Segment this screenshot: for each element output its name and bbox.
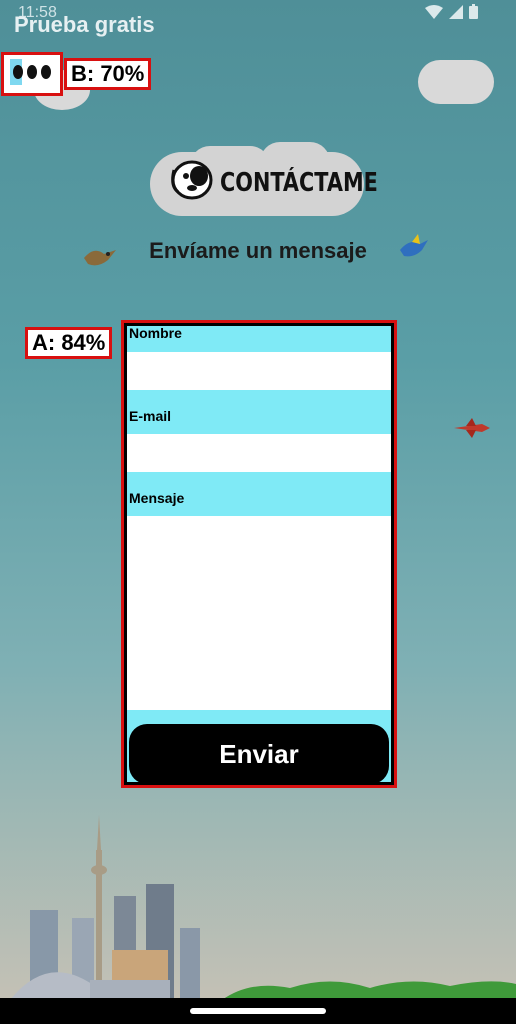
name-label-bar: Nombre	[127, 326, 391, 352]
logo-text: CONTÁCTAME	[220, 168, 378, 198]
email-label-bar: E-mail	[127, 390, 391, 434]
logo-banner: CONTÁCTAME	[150, 142, 378, 218]
message-label: Mensaje	[129, 490, 185, 506]
email-label: E-mail	[129, 408, 172, 424]
message-textarea[interactable]	[127, 516, 391, 714]
overlay-icon-button[interactable]	[1, 52, 63, 96]
app-title: Prueba gratis	[14, 12, 155, 37]
system-icons	[425, 4, 478, 19]
page-heading: Envíame un mensaje	[149, 238, 367, 263]
name-input[interactable]	[127, 352, 391, 392]
badge-b-label: B: 70%	[64, 58, 152, 90]
signal-icon	[449, 4, 463, 19]
plane-icon	[454, 418, 490, 438]
send-button[interactable]: Enviar	[129, 724, 389, 782]
battery-icon	[469, 4, 478, 19]
contact-form: Nombre E-mail Mensaje Enviar	[121, 320, 397, 788]
dots-icon	[13, 65, 51, 79]
cloud-decoration	[418, 60, 494, 104]
wifi-icon	[425, 4, 443, 19]
home-gesture-handle[interactable]	[190, 1008, 326, 1014]
city-skyline-illustration	[10, 815, 516, 1000]
message-label-bar: Mensaje	[127, 472, 391, 516]
dog-face-icon	[171, 160, 213, 200]
contact-form-body: Nombre E-mail Mensaje Enviar	[127, 326, 391, 782]
name-label: Nombre	[129, 326, 182, 341]
email-input[interactable]	[127, 434, 391, 474]
badge-a-label: A: 84%	[25, 327, 113, 359]
